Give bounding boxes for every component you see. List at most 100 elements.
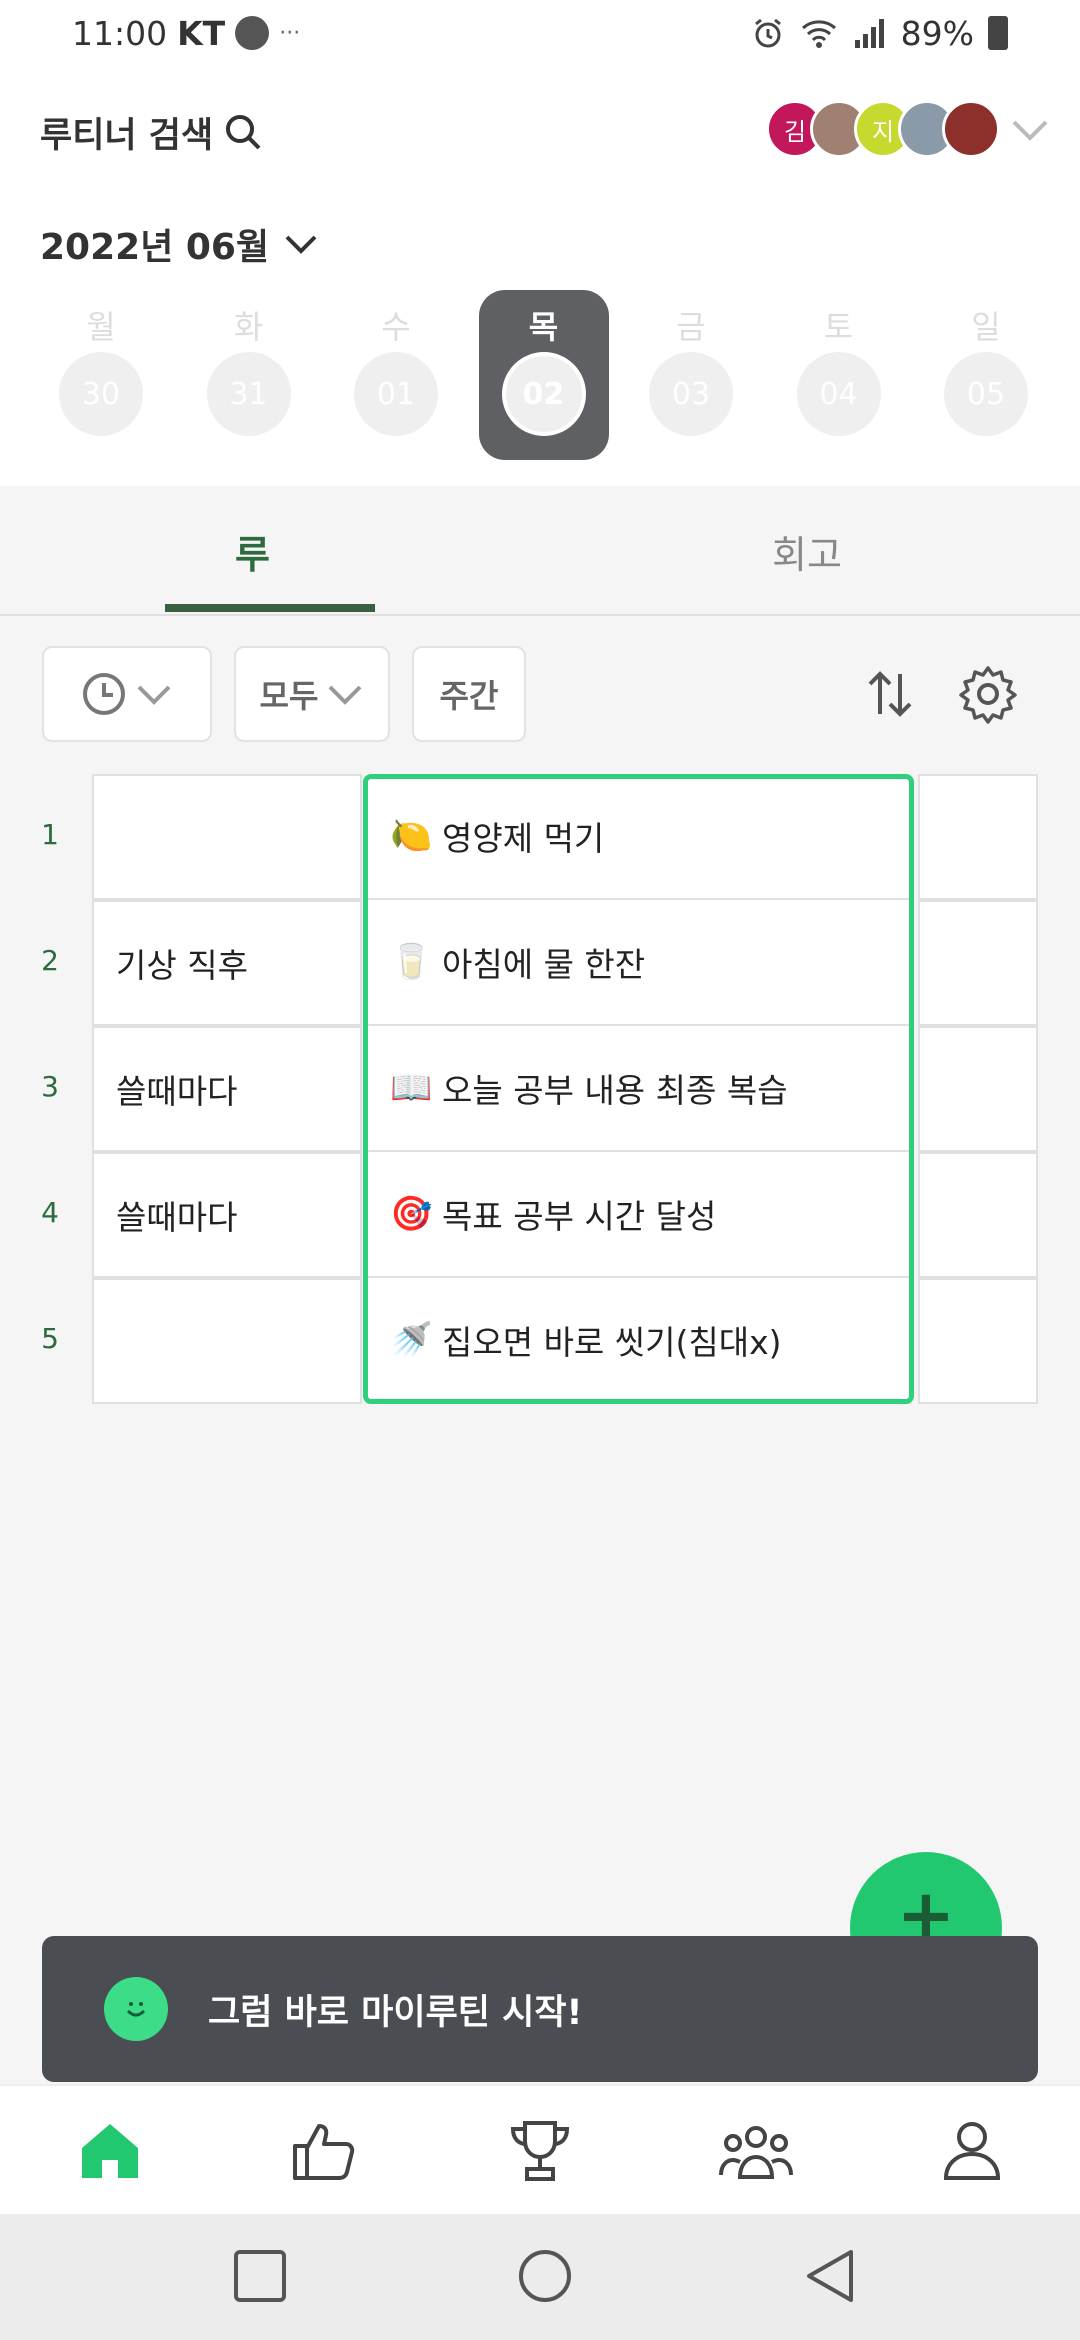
routine-task-cell[interactable]: 🍋 영양제 먹기 bbox=[366, 774, 912, 900]
routine-timing-cell[interactable]: 쓸때마다 bbox=[92, 1152, 362, 1278]
nav-like[interactable] bbox=[286, 2116, 362, 2186]
routine-timing: 기상 직후 bbox=[116, 946, 248, 985]
day-31[interactable]: 화 31 bbox=[184, 290, 314, 460]
weekly-button[interactable]: 주간 bbox=[412, 646, 526, 742]
routine-task-cell[interactable]: 🎯 목표 공부 시간 달성 bbox=[366, 1152, 912, 1278]
day-of-week-label: 토 bbox=[823, 308, 854, 346]
wifi-icon bbox=[801, 20, 836, 48]
carrier-name: KT bbox=[177, 13, 226, 53]
day-of-week-label: 금 bbox=[676, 308, 706, 346]
routine-task-cell[interactable]: 🥛 아침에 물 한잔 bbox=[366, 900, 912, 1026]
row-number: 5 bbox=[41, 1322, 59, 1355]
routine-timing-cell[interactable]: 쓸때마다 bbox=[92, 1026, 362, 1152]
row-number: 2 bbox=[41, 944, 59, 977]
routine-task-cell[interactable]: 🚿 집오면 바로 씻기(침대x) bbox=[366, 1278, 912, 1404]
smile-icon bbox=[104, 1977, 168, 2041]
routine-task-label: 집오면 바로 씻기(침대x) bbox=[442, 1323, 782, 1362]
people-icon bbox=[719, 2126, 793, 2179]
search-label: 루티너 검색 bbox=[40, 115, 214, 156]
day-number: 30 bbox=[59, 352, 143, 436]
friend-avatars[interactable]: 김지 bbox=[766, 100, 1000, 158]
routine-check-cell[interactable] bbox=[918, 1026, 1038, 1152]
filter-bar: 모두 주간 bbox=[0, 646, 1080, 746]
routine-timing-cell[interactable] bbox=[92, 774, 362, 900]
routine-task-label: 영양제 먹기 bbox=[442, 819, 605, 858]
all-filter-button[interactable]: 모두 bbox=[234, 646, 390, 742]
bottom-nav bbox=[0, 2084, 1080, 2214]
chevron-down-icon bbox=[285, 235, 317, 254]
month-selector[interactable]: 2022년 06월 bbox=[40, 218, 319, 270]
nav-home[interactable] bbox=[72, 2116, 148, 2186]
friend-avatar[interactable] bbox=[942, 100, 1000, 158]
weekly-label: 주간 bbox=[439, 677, 499, 715]
table-row: 5 🚿 집오면 바로 씻기(침대x) bbox=[0, 1278, 1080, 1404]
routine-timing-cell[interactable]: 기상 직후 bbox=[92, 900, 362, 1026]
circle-icon bbox=[519, 2250, 571, 2302]
routine-emoji: 📖 bbox=[390, 1068, 433, 1108]
day-number: 04 bbox=[796, 352, 881, 436]
status-bar: 11:00 KT ··· 89% bbox=[0, 0, 1080, 66]
routine-task-label: 목표 공부 시간 달성 bbox=[442, 1197, 717, 1236]
day-of-week-label: 일 bbox=[971, 308, 1001, 346]
routine-timing: 쓸때마다 bbox=[116, 1072, 238, 1111]
toast-message: 그럼 바로 마이루틴 시작! bbox=[42, 1936, 1038, 2082]
nav-challenge[interactable] bbox=[502, 2116, 578, 2186]
routine-emoji: 🚿 bbox=[390, 1320, 433, 1360]
day-number: 01 bbox=[354, 352, 438, 436]
all-filter-label: 모두 bbox=[259, 677, 319, 715]
routine-check-cell[interactable] bbox=[918, 774, 1038, 900]
routine-emoji: 🍋 bbox=[390, 816, 433, 856]
routine-timing: 쓸때마다 bbox=[116, 1198, 238, 1237]
active-tab-indicator bbox=[165, 604, 375, 612]
day-of-week-label: 월 bbox=[86, 308, 116, 346]
day-05[interactable]: 일 05 bbox=[921, 290, 1051, 460]
table-row: 4 쓸때마다 🎯 목표 공부 시간 달성 bbox=[0, 1152, 1080, 1278]
day-number: 02 bbox=[501, 352, 586, 436]
clock-icon bbox=[83, 673, 125, 715]
row-number: 3 bbox=[41, 1070, 59, 1103]
gear-icon bbox=[959, 666, 1017, 724]
notification-more: ··· bbox=[279, 20, 301, 46]
chevron-down-icon bbox=[137, 685, 171, 705]
sort-icon bbox=[868, 671, 912, 717]
chevron-down-icon[interactable] bbox=[1010, 110, 1050, 150]
routine-task-cell[interactable]: 📖 오늘 공부 내용 최종 복습 bbox=[366, 1026, 912, 1152]
routine-check-cell[interactable] bbox=[918, 900, 1038, 1026]
signal-icon bbox=[854, 19, 884, 48]
day-of-week-label: 수 bbox=[381, 308, 411, 346]
time-filter-button[interactable] bbox=[42, 646, 212, 742]
back-button[interactable] bbox=[800, 2246, 860, 2306]
day-02[interactable]: 목 02 bbox=[478, 290, 609, 460]
day-of-week-label: 화 bbox=[233, 308, 264, 346]
nav-profile[interactable] bbox=[934, 2116, 1010, 2186]
day-03[interactable]: 금 03 bbox=[626, 290, 756, 460]
sort-button[interactable] bbox=[860, 664, 920, 724]
day-01[interactable]: 수 01 bbox=[331, 290, 461, 460]
routine-timing-cell[interactable] bbox=[92, 1278, 362, 1404]
day-04[interactable]: 토 04 bbox=[774, 290, 904, 460]
tab-review[interactable]: 회고 bbox=[772, 524, 842, 579]
back-triangle-icon bbox=[807, 2250, 853, 2302]
battery-icon bbox=[988, 16, 1008, 50]
search-routiner[interactable]: 루티너 검색 bbox=[40, 102, 263, 162]
profile-icon bbox=[943, 2122, 1001, 2180]
chevron-down-icon bbox=[329, 685, 362, 705]
recent-apps-button[interactable] bbox=[230, 2246, 290, 2306]
day-number: 31 bbox=[206, 352, 291, 436]
routine-check-cell[interactable] bbox=[918, 1152, 1038, 1278]
month-label: 2022년 06월 bbox=[40, 227, 270, 268]
routine-task-label: 오늘 공부 내용 최종 복습 bbox=[442, 1071, 788, 1110]
nav-community[interactable] bbox=[718, 2116, 794, 2186]
tab-routine[interactable]: 루 bbox=[235, 524, 270, 579]
day-number: 03 bbox=[649, 352, 733, 436]
home-system-button[interactable] bbox=[515, 2246, 575, 2306]
settings-button[interactable] bbox=[958, 664, 1018, 724]
toast-text: 그럼 바로 마이루틴 시작! bbox=[208, 1992, 583, 2033]
trophy-icon bbox=[510, 2121, 570, 2181]
clock-time: 11:00 bbox=[72, 13, 168, 53]
day-number: 05 bbox=[944, 352, 1028, 436]
table-row: 2 기상 직후 🥛 아침에 물 한잔 bbox=[0, 900, 1080, 1026]
day-30[interactable]: 월 30 bbox=[36, 290, 166, 460]
routine-check-cell[interactable] bbox=[918, 1278, 1038, 1404]
search-icon bbox=[226, 115, 261, 150]
